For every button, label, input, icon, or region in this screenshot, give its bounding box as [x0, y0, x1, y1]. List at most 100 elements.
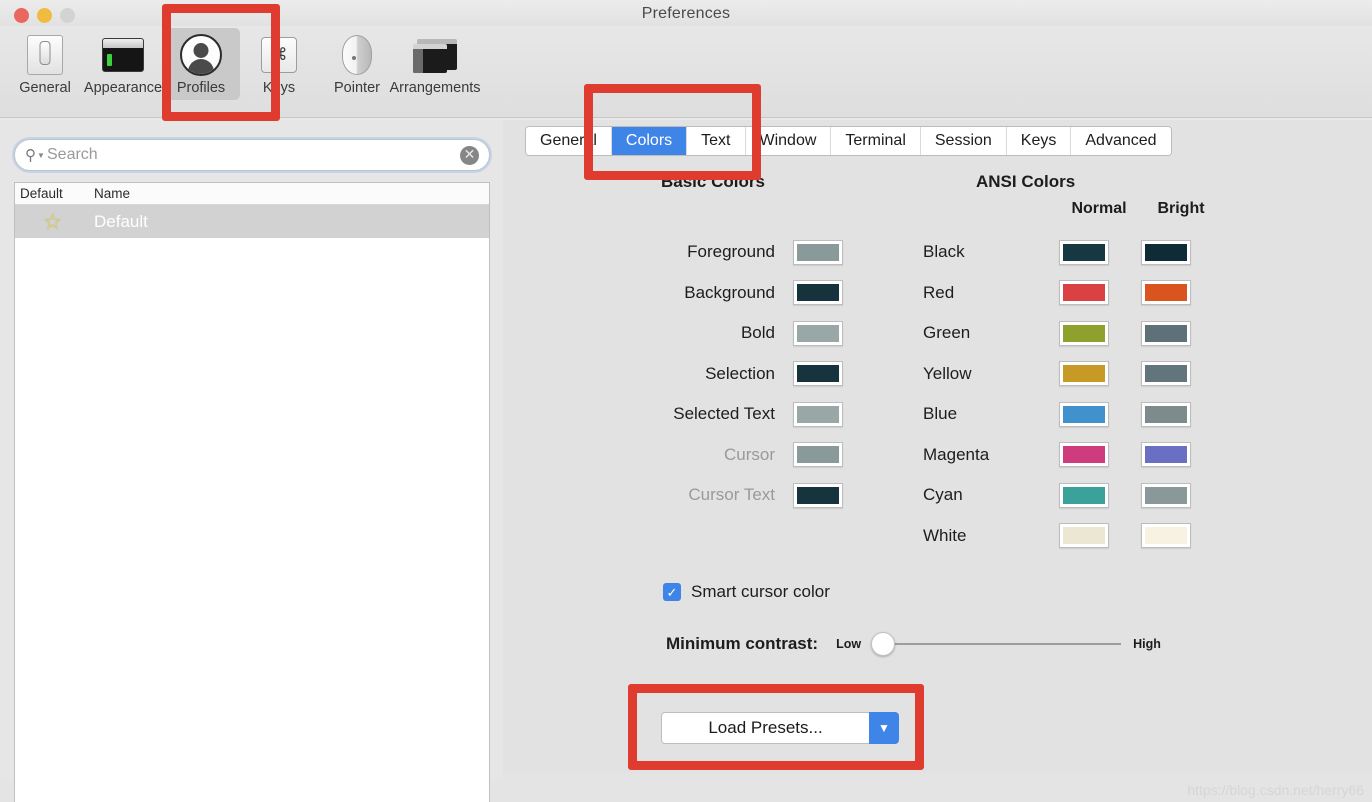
- minimum-contrast-slider[interactable]: [871, 632, 1122, 656]
- ansi-normal-cell: [1043, 442, 1125, 468]
- toolbar-item-pointer[interactable]: Pointer: [318, 28, 396, 96]
- basic-color-row: Selected Text: [563, 394, 843, 435]
- color-swatch[interactable]: [1059, 482, 1109, 508]
- smart-cursor-color-row[interactable]: ✓ Smart cursor color: [663, 582, 830, 602]
- smart-cursor-label: Smart cursor color: [691, 582, 830, 601]
- tab-keys[interactable]: Keys: [1006, 127, 1072, 155]
- tab-window[interactable]: Window: [745, 127, 832, 155]
- ansi-normal-cell: [1043, 239, 1125, 265]
- ansi-normal-cell: [1043, 320, 1125, 346]
- ansi-bright-cell: [1125, 401, 1207, 427]
- ansi-bright-cell: [1125, 280, 1207, 306]
- color-swatch[interactable]: [1141, 239, 1191, 265]
- toolbar-item-appearance[interactable]: Appearance: [84, 28, 162, 96]
- table-row[interactable]: ☆ Default: [15, 205, 489, 238]
- ansi-bright-cell: [1125, 442, 1207, 468]
- toolbar-item-profiles[interactable]: Profiles: [162, 28, 240, 100]
- toolbar-item-arrangements[interactable]: Arrangements: [389, 28, 481, 96]
- tab-terminal[interactable]: Terminal: [831, 127, 921, 155]
- color-swatch[interactable]: [1059, 320, 1109, 346]
- general-icon: [22, 32, 68, 78]
- color-swatch[interactable]: [1059, 239, 1109, 265]
- basic-color-label: Selected Text: [673, 404, 775, 424]
- color-swatch[interactable]: [793, 320, 843, 346]
- swatch-fill: [1063, 365, 1105, 383]
- basic-colors-title: Basic Colors: [661, 172, 765, 191]
- search-area: ⚲▼ ✕: [14, 139, 490, 171]
- tab-advanced[interactable]: Advanced: [1071, 127, 1171, 155]
- swatch-fill: [1063, 486, 1105, 504]
- window-title: Preferences: [641, 5, 731, 22]
- color-swatch[interactable]: [1059, 361, 1109, 387]
- color-swatch[interactable]: [1141, 361, 1191, 387]
- toolbar-item-label: Appearance: [83, 80, 163, 96]
- color-swatch[interactable]: [1141, 442, 1191, 468]
- color-swatch[interactable]: [793, 280, 843, 306]
- pointer-icon: [334, 32, 380, 78]
- tab-colors[interactable]: Colors: [611, 127, 688, 155]
- ansi-colors-list: Black Red Green Yellow Blue Magenta Cyan White: [923, 232, 1207, 556]
- profiles-list-header: Default Name: [15, 183, 489, 205]
- basic-color-label: Cursor: [723, 444, 775, 464]
- color-swatch[interactable]: [1141, 280, 1191, 306]
- search-input[interactable]: [47, 146, 460, 164]
- color-swatch[interactable]: [793, 442, 843, 468]
- basic-color-label: Foreground: [687, 242, 775, 262]
- star-icon[interactable]: ☆: [15, 209, 90, 235]
- swatch-fill: [797, 324, 839, 342]
- smart-cursor-checkbox[interactable]: ✓: [663, 583, 681, 601]
- profiles-icon: [178, 32, 224, 78]
- color-swatch[interactable]: [1141, 482, 1191, 508]
- color-swatch[interactable]: [793, 401, 843, 427]
- ansi-bright-cell: [1125, 320, 1207, 346]
- toolbar-item-label: Keys: [262, 80, 296, 96]
- basic-color-label: Selection: [705, 363, 775, 383]
- clear-icon[interactable]: ✕: [460, 145, 479, 165]
- color-swatch[interactable]: [1141, 320, 1191, 346]
- column-header-name: Name: [94, 186, 131, 201]
- basic-color-label: Bold: [740, 323, 775, 343]
- color-swatch[interactable]: [1059, 401, 1109, 427]
- swatch-fill: [797, 284, 839, 302]
- slider-knob[interactable]: [871, 632, 896, 656]
- basic-color-label: Background: [684, 282, 775, 302]
- chevron-down-icon[interactable]: ▼: [869, 712, 899, 744]
- appearance-icon: [100, 32, 146, 78]
- basic-color-row: Cursor: [563, 435, 843, 476]
- swatch-fill: [1063, 527, 1105, 545]
- color-swatch[interactable]: [1059, 280, 1109, 306]
- checkmark-icon: ✓: [666, 584, 678, 600]
- load-presets-control: Load Presets... ▼: [661, 712, 899, 744]
- toolbar-item-general[interactable]: General: [6, 28, 84, 96]
- color-swatch[interactable]: [1141, 401, 1191, 427]
- swatch-fill: [797, 405, 839, 423]
- watermark: https://blog.csdn.net/herry66: [1187, 782, 1364, 798]
- tab-general[interactable]: General: [526, 127, 612, 155]
- ansi-color-row: Red: [923, 273, 1207, 314]
- color-swatch[interactable]: [793, 361, 843, 387]
- ansi-normal-cell: [1043, 280, 1125, 306]
- color-swatch[interactable]: [793, 482, 843, 508]
- load-presets-button[interactable]: Load Presets...: [661, 712, 869, 744]
- ansi-normal-cell: [1043, 482, 1125, 508]
- ansi-color-label: Black: [923, 242, 965, 262]
- ansi-color-row: Magenta: [923, 435, 1207, 476]
- toolbar-item-label: Arrangements: [389, 80, 481, 96]
- slider-track: [883, 643, 1122, 645]
- ansi-color-row: Black: [923, 232, 1207, 273]
- color-swatch[interactable]: [1059, 523, 1109, 549]
- ansi-color-label: White: [923, 525, 967, 545]
- toolbar-item-keys[interactable]: ⌘ Keys: [240, 28, 318, 96]
- swatch-fill: [1145, 405, 1187, 423]
- profiles-list: Default Name ☆ Default: [14, 182, 490, 802]
- profile-name: Default: [94, 211, 148, 231]
- color-swatch[interactable]: [1059, 442, 1109, 468]
- tab-session[interactable]: Session: [920, 127, 1007, 155]
- tab-text[interactable]: Text: [687, 127, 746, 155]
- search-box[interactable]: ⚲▼ ✕: [14, 139, 490, 171]
- color-swatch[interactable]: [793, 239, 843, 265]
- color-swatch[interactable]: [1141, 523, 1191, 549]
- basic-color-label: Cursor Text: [688, 485, 775, 505]
- column-header-bright: Bright: [1157, 200, 1205, 217]
- preferences-toolbar: General Appearance Profiles ⌘ Keys Pointer Arr…: [0, 26, 1372, 118]
